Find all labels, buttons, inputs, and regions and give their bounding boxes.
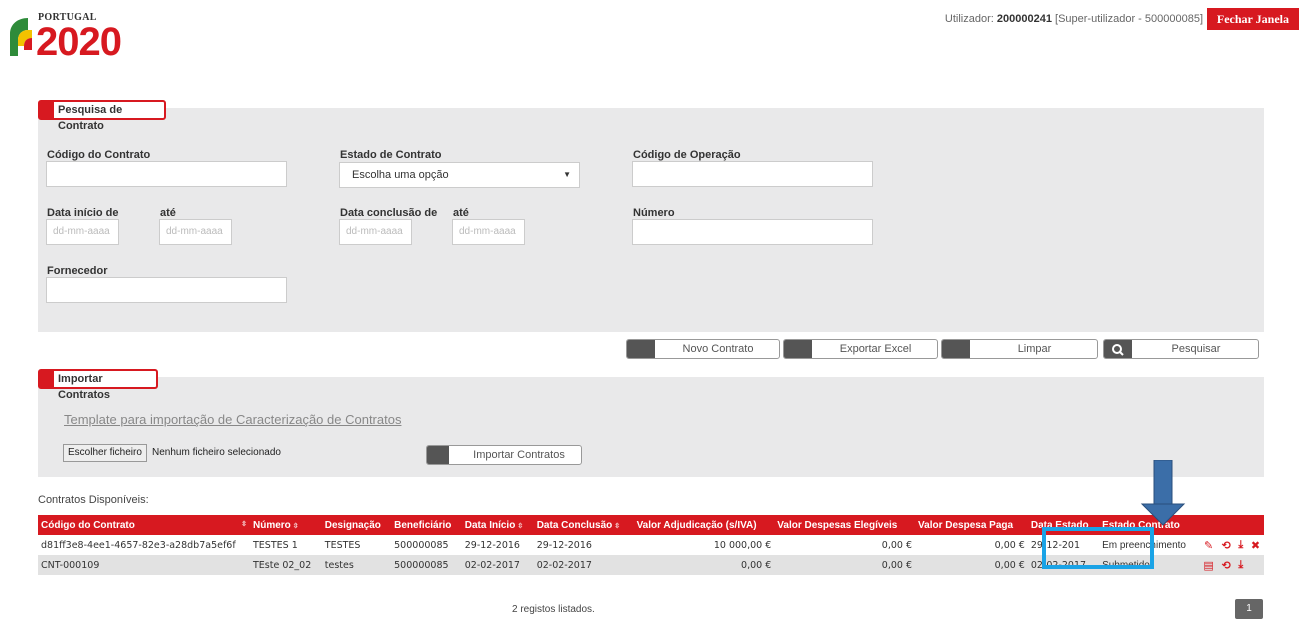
delete-icon[interactable]: ✖ <box>1247 535 1264 555</box>
number-input[interactable] <box>632 219 873 245</box>
button-icon-area <box>627 340 655 358</box>
cell-end: 02-02-2017 <box>536 559 592 571</box>
end-date-from-input[interactable]: dd-mm-aaaa <box>339 219 412 245</box>
operation-code-label: Código de Operação <box>633 149 741 161</box>
document-icon[interactable]: ▤ <box>1199 555 1217 575</box>
search-label: Pesquisar <box>1171 343 1221 355</box>
cell-beneficiary: 500000085 <box>394 559 449 571</box>
logo-year-text: 2020 <box>36 20 122 64</box>
cell-designation: testes <box>324 559 354 571</box>
cell-end: 29-12-2016 <box>536 539 592 551</box>
history-icon[interactable]: ⟲ <box>1218 535 1235 555</box>
contract-state-label: Estado de Contrato <box>340 149 442 161</box>
cell-beneficiary: 500000085 <box>394 539 449 551</box>
search-icon <box>1104 340 1132 358</box>
edit-icon[interactable]: ✎ <box>1199 535 1217 555</box>
export-excel-button[interactable]: Exportar Excel <box>783 339 938 359</box>
cell-number: TEste 02_02 <box>253 559 312 571</box>
cell-designation: TESTES <box>324 539 361 551</box>
search-button[interactable]: Pesquisar <box>1103 339 1259 359</box>
download-icon[interactable]: ⤓ <box>1235 555 1247 575</box>
clear-label: Limpar <box>1017 343 1052 355</box>
user-id: 200000241 <box>996 13 1052 25</box>
portugal-2020-logo: PORTUGAL 2020 <box>8 10 168 62</box>
col-header-adjudication[interactable]: Valor Adjudicação (s/IVA) <box>634 515 775 535</box>
import-template-link[interactable]: Template para importação de Caracterizaç… <box>64 412 401 427</box>
cell-paid: 0,00 € <box>994 559 1025 571</box>
user-role: [Super-utilizador - 500000085] <box>1055 13 1203 25</box>
start-date-until-label: até <box>160 207 176 219</box>
button-icon-area <box>784 340 812 358</box>
chevron-down-icon: ▼ <box>563 170 571 179</box>
file-status-text: Nenhum ficheiro selecionado <box>152 447 281 458</box>
import-section-title: Importar Contratos <box>38 369 158 401</box>
cell-paid: 0,00 € <box>994 539 1025 551</box>
button-icon-area <box>427 446 449 464</box>
new-contract-label: Novo Contrato <box>682 343 754 355</box>
down-arrow-icon <box>1140 460 1186 526</box>
download-icon[interactable]: ⤓ <box>1235 535 1247 555</box>
import-panel <box>38 377 1264 477</box>
start-date-label: Data início de <box>47 207 119 219</box>
cell-start: 29-12-2016 <box>464 539 520 551</box>
start-date-to-input[interactable]: dd-mm-aaaa <box>159 219 232 245</box>
col-header-start[interactable]: Data Início ⇳ <box>462 515 534 535</box>
page-1-button[interactable]: 1 <box>1235 599 1263 619</box>
button-icon-area <box>942 340 970 358</box>
history-icon[interactable]: ⟲ <box>1218 555 1235 575</box>
choose-file-button[interactable]: Escolher ficheiro <box>63 444 147 462</box>
search-section-title: Pesquisa de Contrato <box>38 100 166 132</box>
clear-button[interactable]: Limpar <box>941 339 1098 359</box>
user-prefix: Utilizador: <box>944 13 994 25</box>
cell-code: d81ff3e8-4ee1-4657-82e3-a28db7a5ef6f <box>41 539 236 551</box>
logo-mark-icon <box>10 18 32 56</box>
col-header-designation[interactable]: Designação <box>322 515 391 535</box>
col-header-beneficiary[interactable]: Beneficiário <box>391 515 462 535</box>
contract-code-input[interactable] <box>46 161 287 187</box>
close-window-button[interactable]: Fechar Janela <box>1206 8 1299 30</box>
end-date-until-label: até <box>453 207 469 219</box>
cell-adjudication: 10 000,00 € <box>713 539 772 551</box>
contract-state-select[interactable]: Escolha uma opção ▼ <box>339 162 580 188</box>
col-header-actions <box>1199 515 1264 535</box>
import-contracts-button[interactable]: Importar Contratos <box>426 445 582 465</box>
cell-eligible: 0,00 € <box>881 539 913 551</box>
new-contract-button[interactable]: Novo Contrato <box>626 339 780 359</box>
contract-code-label: Código do Contrato <box>47 149 151 161</box>
cell-adjudication: 0,00 € <box>741 559 772 571</box>
contract-state-selected: Escolha uma opção <box>352 169 449 181</box>
col-header-number[interactable]: Número ⇳ <box>250 515 322 535</box>
end-date-to-input[interactable]: dd-mm-aaaa <box>452 219 525 245</box>
export-excel-label: Exportar Excel <box>839 343 912 355</box>
supplier-label: Fornecedor <box>47 265 108 277</box>
col-header-end[interactable]: Data Conclusão ⇳ <box>534 515 634 535</box>
results-caption: Contratos Disponíveis: <box>38 494 149 506</box>
end-date-label: Data conclusão de <box>340 207 438 219</box>
cell-start: 02-02-2017 <box>464 559 520 571</box>
col-header-paid[interactable]: Valor Despesa Paga <box>915 515 1028 535</box>
cell-code: CNT-000109 <box>41 559 100 571</box>
operation-code-input[interactable] <box>632 161 873 187</box>
start-date-from-input[interactable]: dd-mm-aaaa <box>46 219 119 245</box>
number-label: Número <box>633 207 675 219</box>
record-count-text: 2 registos listados. <box>512 604 595 615</box>
cell-number: TESTES 1 <box>253 539 298 551</box>
cell-eligible: 0,00 € <box>881 559 913 571</box>
user-info: Utilizador: 200000241 [Super-utilizador … <box>945 13 1203 25</box>
col-header-eligible[interactable]: Valor Despesas Elegíveis <box>774 515 915 535</box>
state-highlight-box <box>1042 527 1154 569</box>
import-contracts-label: Importar Contratos <box>473 449 565 461</box>
supplier-input[interactable] <box>46 277 287 303</box>
col-header-code[interactable]: Código do Contrato ⇳ <box>38 515 250 535</box>
